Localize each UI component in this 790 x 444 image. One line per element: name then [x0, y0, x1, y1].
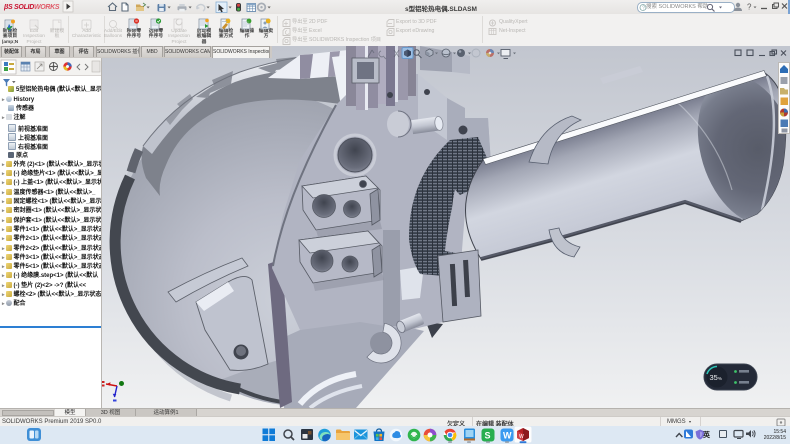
svg-text:W: W	[503, 431, 512, 441]
svg-text:英: 英	[702, 430, 711, 439]
svg-text:?: ?	[747, 3, 752, 12]
svg-text:S: S	[485, 431, 491, 441]
svg-text:W: W	[519, 434, 524, 440]
svg-text:?: ?	[642, 6, 645, 12]
